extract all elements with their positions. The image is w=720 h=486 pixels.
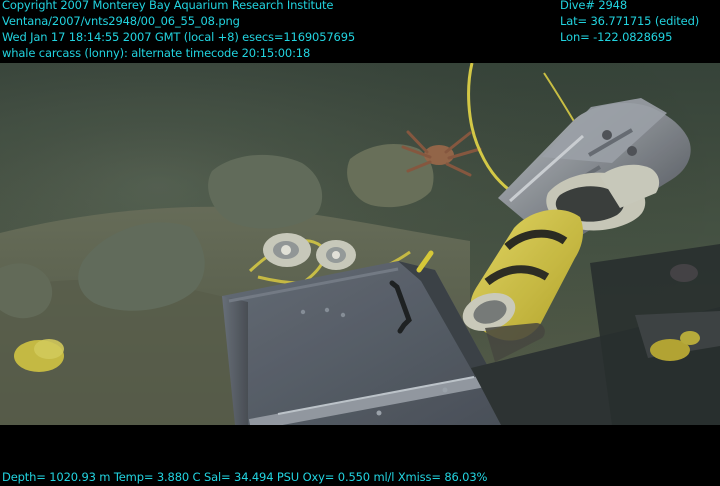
underwater-scene	[0, 63, 720, 425]
water-tint	[0, 63, 720, 425]
annotation-text: whale carcass (lonny): alternate timecod…	[2, 46, 311, 60]
camera-frame: Copyright 2007 Monterey Bay Aquarium Res…	[0, 0, 720, 486]
longitude-text: Lon= -122.0828695	[560, 30, 673, 44]
underwater-image-svg	[0, 63, 720, 425]
latitude-text: Lat= 36.771715 (edited)	[560, 14, 700, 28]
copyright-text: Copyright 2007 Monterey Bay Aquarium Res…	[2, 0, 334, 12]
dive-number-text: Dive# 2948	[560, 0, 627, 12]
file-path-text: Ventana/2007/vnts2948/00_06_55_08.png	[2, 14, 240, 28]
telemetry-text: Depth= 1020.93 m Temp= 3.880 C Sal= 34.4…	[2, 470, 488, 484]
timestamp-text: Wed Jan 17 18:14:55 2007 GMT (local +8) …	[2, 30, 356, 44]
